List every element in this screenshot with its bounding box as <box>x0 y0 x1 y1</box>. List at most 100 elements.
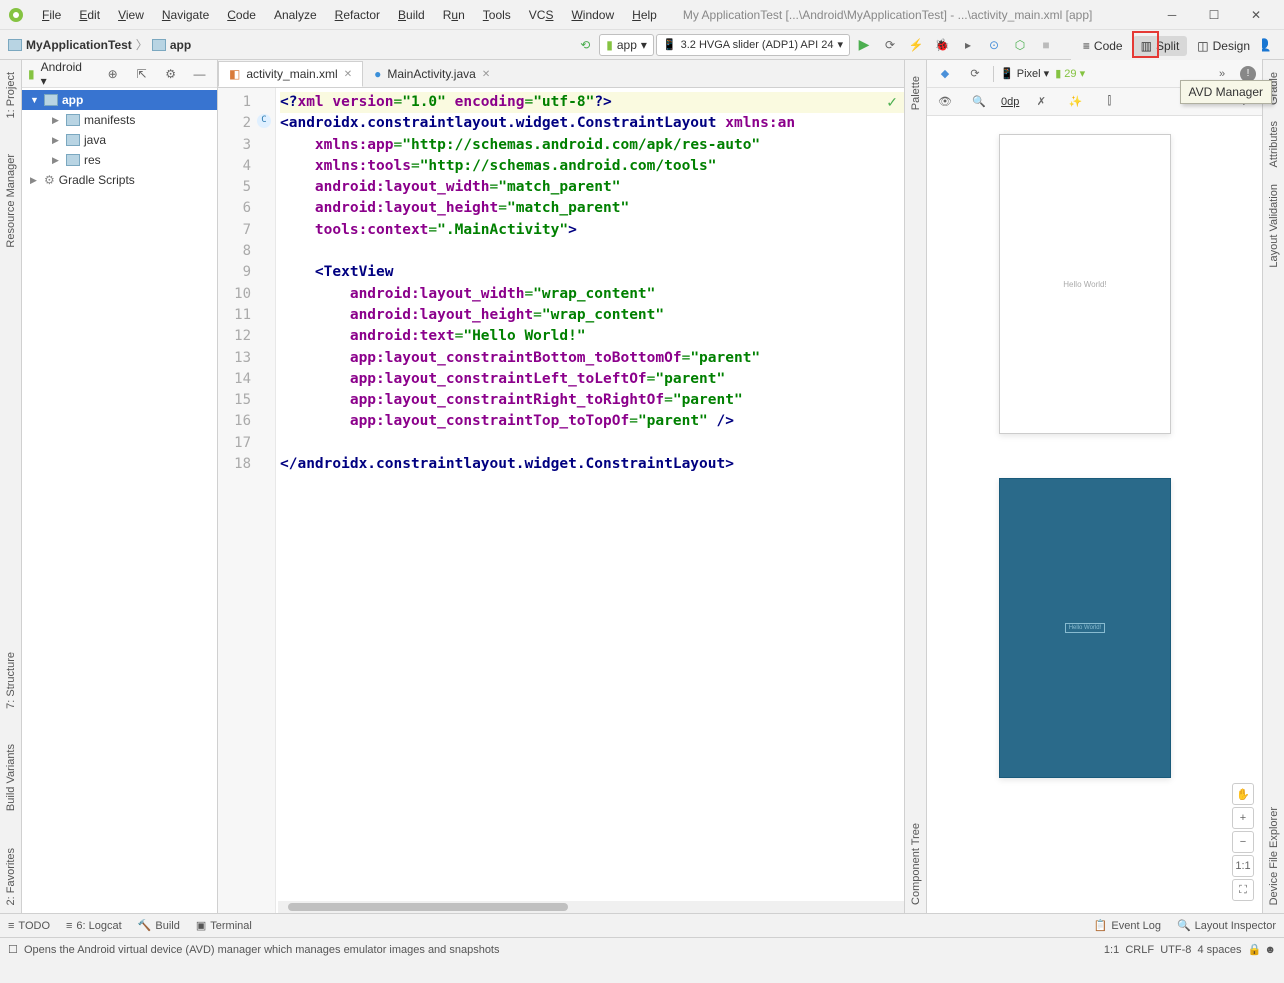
apply-changes-button[interactable]: ⚡ <box>904 33 928 57</box>
close-button[interactable]: ✕ <box>1236 1 1276 29</box>
menu-refactor[interactable]: Refactor <box>327 4 388 26</box>
pan-button[interactable]: ✋ <box>1232 783 1254 805</box>
editor-body[interactable]: 1 2 C 3 4 5 6 7 8 9 10 11 12 13 14 15 16… <box>218 88 904 913</box>
menu-file[interactable]: File <box>34 4 69 26</box>
breadcrumb-module[interactable]: app <box>170 38 191 52</box>
file-encoding[interactable]: UTF-8 <box>1160 944 1191 956</box>
expand-icon[interactable]: ▼ <box>30 95 40 105</box>
menu-view[interactable]: View <box>110 4 152 26</box>
tool-event-log[interactable]: 📋 Event Log <box>1094 919 1161 932</box>
tool-palette[interactable]: Palette <box>910 68 922 118</box>
zoom-button[interactable]: 🔍 <box>967 90 991 114</box>
tab-close-button[interactable]: ✕ <box>344 69 352 80</box>
menu-run[interactable]: Run <box>435 4 473 26</box>
blueprint-preview[interactable]: Hello World! <box>999 478 1171 778</box>
tool-resource-manager[interactable]: Resource Manager <box>5 146 17 256</box>
gutter-mark-icon[interactable]: C <box>257 114 271 128</box>
expand-icon[interactable]: ▶ <box>30 175 40 186</box>
tool-build[interactable]: 🔨 Build <box>138 919 180 932</box>
zoom-reset-button[interactable]: 1:1 <box>1232 855 1254 877</box>
menu-tools[interactable]: Tools <box>475 4 519 26</box>
tool-project[interactable]: 1: Project <box>5 64 17 126</box>
tab-activity-main[interactable]: ◧ activity_main.xml ✕ <box>218 61 363 87</box>
sync-gradle-button[interactable]: ⟲ <box>573 33 597 57</box>
scrollbar-thumb[interactable] <box>288 903 568 911</box>
code-content[interactable]: <?xml version="1.0" encoding="utf-8"?> <… <box>276 88 904 913</box>
view-tab-code[interactable]: ≡ Code <box>1075 36 1131 56</box>
tool-terminal[interactable]: ▣ Terminal <box>196 919 252 932</box>
select-opened-file-button[interactable]: ⊕ <box>101 62 124 86</box>
device-selector[interactable]: 📱 3.2 HVGA slider (ADP1) API 24 ▾ <box>656 34 850 56</box>
expand-icon[interactable]: ▶ <box>52 155 62 166</box>
tool-logcat[interactable]: ≡ 6: Logcat <box>66 920 122 932</box>
project-scope-selector[interactable]: Android ▾ <box>41 60 90 88</box>
menu-window[interactable]: Window <box>563 4 622 26</box>
view-options-button[interactable]: 👁 <box>933 90 957 114</box>
menu-vcs[interactable]: VCS <box>521 4 562 26</box>
tree-node-java[interactable]: ▶ java <box>22 130 217 150</box>
lock-icon[interactable]: 🔒 <box>1248 943 1262 956</box>
horizontal-scrollbar[interactable] <box>278 901 904 913</box>
design-surface-button[interactable]: ◆ <box>933 62 957 86</box>
tree-node-app[interactable]: ▼ app <box>22 90 217 110</box>
guidelines-button[interactable]: ⫿ <box>1097 90 1121 114</box>
tree-node-manifests[interactable]: ▶ manifests <box>22 110 217 130</box>
tool-favorites[interactable]: 2: Favorites <box>5 840 17 913</box>
tool-build-variants[interactable]: Build Variants <box>5 736 17 819</box>
blueprint-textview[interactable]: Hello World! <box>1065 623 1106 633</box>
tab-close-button[interactable]: ✕ <box>482 69 490 80</box>
ui-toggle-icon[interactable]: ☐ <box>8 943 18 956</box>
run-button[interactable]: ▶ <box>852 33 876 57</box>
menu-navigate[interactable]: Navigate <box>154 4 217 26</box>
settings-button[interactable]: ⚙ <box>159 62 182 86</box>
tree-node-res[interactable]: ▶ res <box>22 150 217 170</box>
menu-code[interactable]: Code <box>219 4 264 26</box>
project-tree[interactable]: ▼ app ▶ manifests ▶ java ▶ res ▶ ⚙ <box>22 88 217 192</box>
stop-button[interactable]: ■ <box>1034 33 1058 57</box>
coverage-button[interactable]: ▸ <box>956 33 980 57</box>
device-type-selector[interactable]: 📱 Pixel ▾ <box>1000 67 1049 80</box>
maximize-button[interactable]: ☐ <box>1194 1 1234 29</box>
tool-layout-inspector[interactable]: 🔍 Layout Inspector <box>1177 919 1276 932</box>
attach-debugger-button[interactable]: ⬡ <box>1008 33 1032 57</box>
tool-component-tree[interactable]: Component Tree <box>910 815 922 913</box>
tab-main-activity[interactable]: ● MainActivity.java ✕ <box>363 61 501 87</box>
hide-button[interactable]: — <box>188 62 211 86</box>
run-config-selector[interactable]: ▮ app ▾ <box>599 34 654 56</box>
api-selector[interactable]: ▮ 29 ▾ <box>1055 67 1085 80</box>
line-separator[interactable]: CRLF <box>1125 944 1154 956</box>
default-margin[interactable]: 0dp <box>1001 96 1019 108</box>
breadcrumb[interactable]: MyApplicationTest 〉 app <box>8 36 191 53</box>
menu-analyze[interactable]: Analyze <box>266 4 325 26</box>
infer-constraints-button[interactable]: ✨ <box>1063 90 1087 114</box>
design-preview[interactable]: Hello World! <box>999 134 1171 434</box>
expand-icon[interactable]: ▶ <box>52 115 62 126</box>
collapse-all-button[interactable]: ⇱ <box>130 62 153 86</box>
apply-changes-restart-button[interactable]: ⟳ <box>878 33 902 57</box>
view-tab-split[interactable]: ▥ Split <box>1133 36 1188 56</box>
minimize-button[interactable]: ─ <box>1152 1 1192 29</box>
tool-device-file-explorer[interactable]: Device File Explorer <box>1268 799 1280 913</box>
profiler-button[interactable]: ⊙ <box>982 33 1006 57</box>
expand-icon[interactable]: ▶ <box>52 135 62 146</box>
zoom-out-button[interactable]: − <box>1232 831 1254 853</box>
zoom-fit-button[interactable]: ⛶ <box>1232 879 1254 901</box>
design-canvas[interactable]: Hello World! Hello World! ✋ + − 1:1 ⛶ <box>927 116 1262 913</box>
zoom-in-button[interactable]: + <box>1232 807 1254 829</box>
menu-help[interactable]: Help <box>624 4 665 26</box>
menu-edit[interactable]: Edit <box>71 4 108 26</box>
tree-node-gradle-scripts[interactable]: ▶ ⚙ Gradle Scripts <box>22 170 217 190</box>
view-tab-design[interactable]: ◫ Design <box>1189 36 1258 56</box>
tool-todo[interactable]: ≡ TODO <box>8 920 50 932</box>
tool-structure[interactable]: 7: Structure <box>5 644 17 717</box>
inspection-profile-icon[interactable]: ☻ <box>1264 944 1276 956</box>
line-gutter[interactable]: 1 2 C 3 4 5 6 7 8 9 10 11 12 13 14 15 16… <box>218 88 276 913</box>
tool-attributes[interactable]: Attributes <box>1268 113 1280 175</box>
preview-textview[interactable]: Hello World! <box>1063 280 1106 289</box>
inspection-ok-icon[interactable]: ✓ <box>886 94 898 111</box>
clear-constraints-button[interactable]: ✗ <box>1029 90 1053 114</box>
debug-button[interactable]: 🐞 <box>930 33 954 57</box>
orientation-button[interactable]: ⟳ <box>963 62 987 86</box>
caret-position[interactable]: 1:1 <box>1104 944 1119 956</box>
tool-layout-validation[interactable]: Layout Validation <box>1268 176 1280 276</box>
